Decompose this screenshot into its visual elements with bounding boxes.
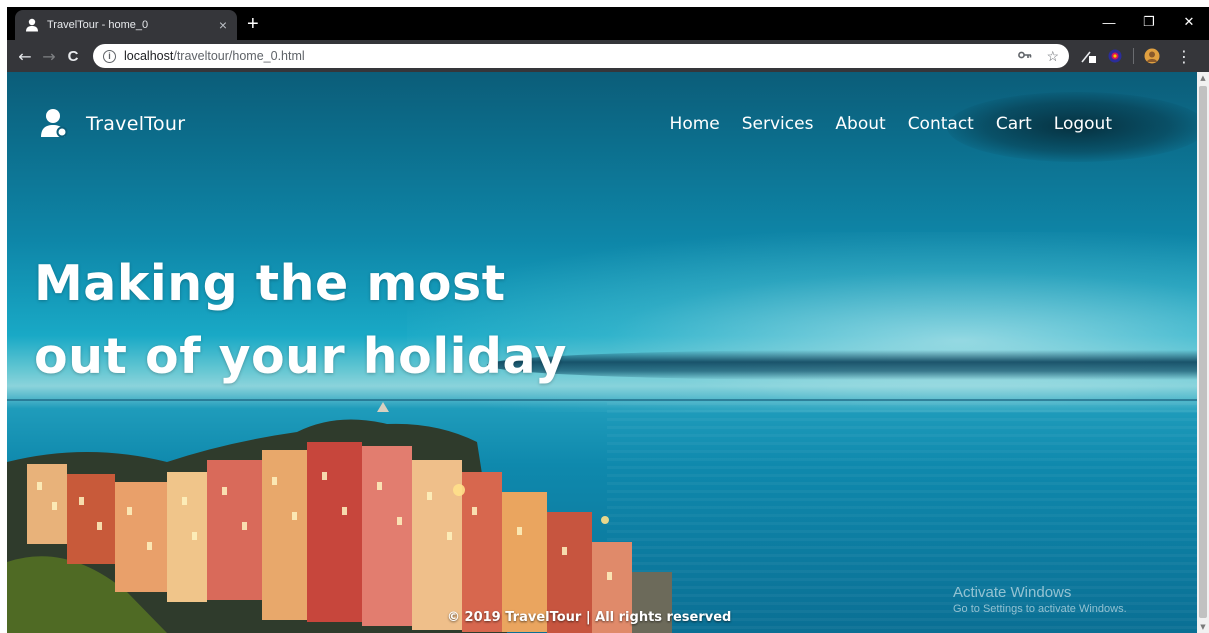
key-icon[interactable] — [1018, 50, 1032, 62]
info-icon[interactable]: i — [103, 49, 116, 63]
page-viewport: TravelTour Home Services About Contact C… — [7, 72, 1197, 633]
star-icon[interactable]: ☆ — [1046, 48, 1059, 65]
nav-logout[interactable]: Logout — [1054, 114, 1112, 134]
address-bar[interactable]: i localhost /traveltour/home_0.html ☆ — [93, 44, 1069, 68]
activate-windows-watermark: Activate Windows Go to Settings to activ… — [953, 584, 1127, 615]
profile-avatar-icon[interactable] — [1144, 48, 1160, 64]
watermark-subtitle: Go to Settings to activate Windows. — [953, 603, 1127, 615]
extensions-area: ⋮ — [1081, 47, 1192, 66]
reload-button[interactable]: C — [61, 44, 85, 68]
watermark-title: Activate Windows — [953, 584, 1072, 601]
user-icon — [25, 18, 39, 32]
globe-extension-icon[interactable] — [1107, 48, 1123, 64]
pen-extension-icon[interactable] — [1081, 48, 1097, 64]
forward-button[interactable]: → — [37, 44, 61, 68]
hero-line-2: out of your holiday — [34, 328, 567, 385]
scroll-up-icon[interactable]: ▲ — [1199, 74, 1207, 82]
new-tab-button[interactable]: + — [247, 13, 259, 36]
window-controls: — ❐ ✕ — [1089, 7, 1209, 37]
coastal-town-image — [7, 402, 672, 633]
minimize-button[interactable]: — — [1089, 7, 1129, 37]
back-button[interactable]: ← — [13, 44, 37, 68]
scroll-down-icon[interactable]: ▼ — [1199, 623, 1207, 631]
menu-icon[interactable]: ⋮ — [1176, 47, 1192, 66]
restore-button[interactable]: ❐ — [1129, 7, 1169, 37]
horizon — [7, 399, 1197, 401]
close-window-button[interactable]: ✕ — [1169, 7, 1209, 37]
browser-toolbar: ← → C i localhost /traveltour/home_0.htm… — [7, 40, 1209, 72]
cloud-band — [487, 350, 1197, 380]
nav-cart[interactable]: Cart — [996, 114, 1032, 134]
hero-line-1: Making the most — [34, 255, 506, 312]
vertical-scrollbar[interactable]: ▲ ▼ — [1197, 72, 1209, 633]
url-path: /traveltour/home_0.html — [173, 49, 305, 63]
brand-name: TravelTour — [86, 113, 186, 135]
browser-tab[interactable]: TravelTour - home_0 × — [15, 10, 237, 40]
main-nav: Home Services About Contact Cart Logout — [670, 114, 1112, 134]
tab-strip: TravelTour - home_0 × + — ❐ ✕ — [7, 7, 1209, 40]
footer-copyright: © 2019 TravelTour | All rights reserved — [447, 610, 732, 625]
tab-close-icon[interactable]: × — [219, 17, 227, 33]
nav-contact[interactable]: Contact — [908, 114, 974, 134]
scrollbar-thumb[interactable] — [1199, 86, 1207, 618]
tab-title: TravelTour - home_0 — [47, 19, 149, 31]
hero-title: Making the most out of your holiday — [34, 247, 567, 393]
user-icon — [40, 108, 70, 140]
nav-services[interactable]: Services — [742, 114, 814, 134]
nav-home[interactable]: Home — [670, 114, 720, 134]
site-logo[interactable]: TravelTour — [40, 108, 185, 140]
toolbar-separator — [1133, 48, 1134, 64]
nav-about[interactable]: About — [835, 114, 885, 134]
url-host: localhost — [124, 49, 174, 63]
